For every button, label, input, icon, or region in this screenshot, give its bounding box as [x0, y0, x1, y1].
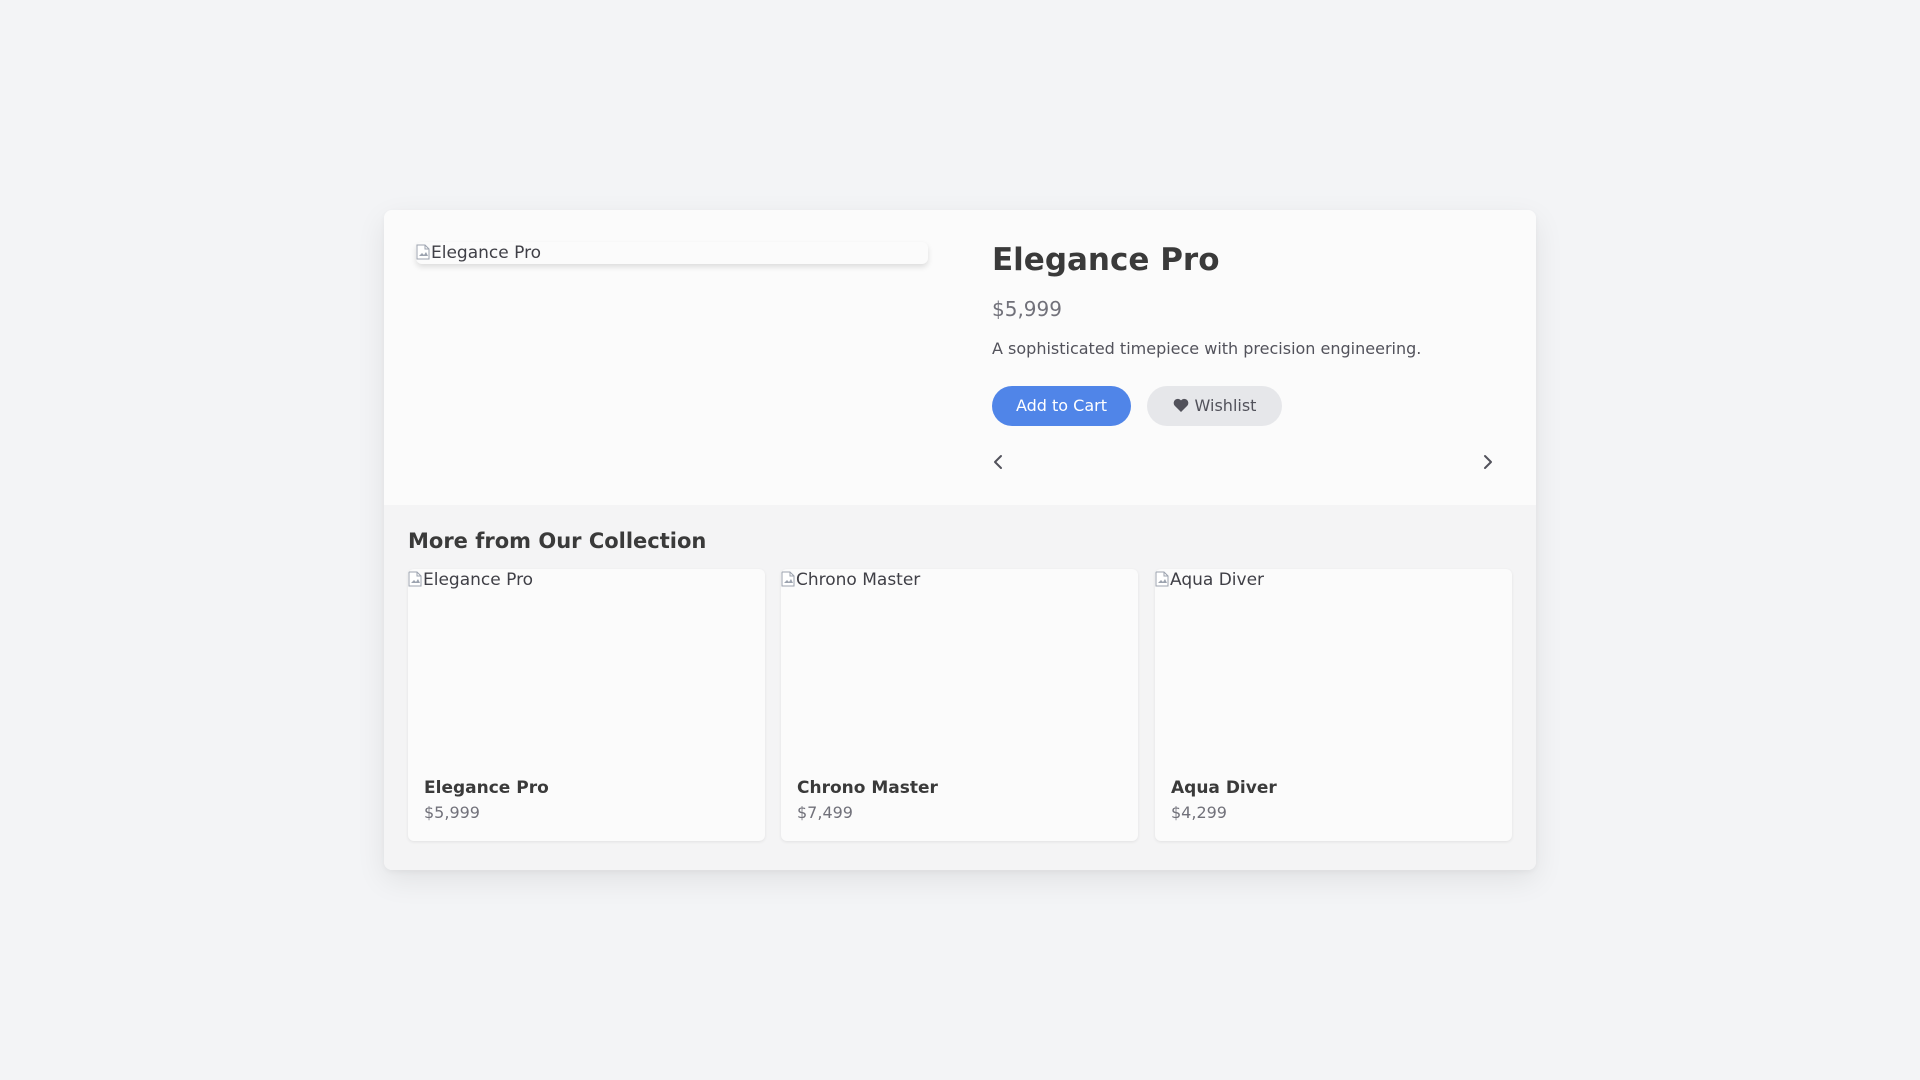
- collection-item-image: Aqua Diver: [1155, 569, 1512, 769]
- collection-item-image: Chrono Master: [781, 569, 1138, 769]
- product-price: $5,999: [992, 297, 1062, 321]
- next-product-button[interactable]: [1476, 451, 1498, 473]
- collection-item-price: $4,299: [1171, 803, 1227, 822]
- product-card: Elegance Pro Elegance Pro $5,999 A sophi…: [384, 210, 1536, 870]
- collection-item-price: $7,499: [797, 803, 853, 822]
- product-title: Elegance Pro: [992, 242, 1220, 278]
- product-image: Elegance Pro: [416, 242, 928, 264]
- wishlist-button[interactable]: Wishlist: [1147, 386, 1282, 426]
- previous-product-button[interactable]: [988, 451, 1010, 473]
- chevron-right-icon: [1484, 455, 1492, 469]
- add-to-cart-button[interactable]: Add to Cart: [992, 386, 1131, 426]
- product-description: A sophisticated timepiece with precision…: [992, 339, 1422, 358]
- collection-item-name: Aqua Diver: [1171, 778, 1277, 798]
- add-to-cart-label: Add to Cart: [1015, 396, 1108, 415]
- broken-image-icon: [1155, 571, 1169, 587]
- collection-grid: Elegance Pro Elegance Pro $5,999 Chrono …: [408, 569, 1512, 841]
- broken-image-icon: [408, 571, 422, 587]
- collection-item-image-alt: Elegance Pro: [423, 570, 534, 590]
- broken-image-icon: [416, 244, 430, 260]
- broken-image-icon: [781, 571, 795, 587]
- collection-item-image-alt: Chrono Master: [796, 570, 921, 590]
- collection-item-image: Elegance Pro: [408, 569, 765, 769]
- collection-item-price: $5,999: [424, 803, 480, 822]
- product-hero: Elegance Pro Elegance Pro $5,999 A sophi…: [384, 210, 1536, 505]
- collection-item-image-alt: Aqua Diver: [1170, 570, 1265, 590]
- collection-item[interactable]: Chrono Master Chrono Master $7,499: [781, 569, 1138, 841]
- product-image-alt: Elegance Pro: [431, 243, 542, 263]
- chevron-left-icon: [994, 455, 1002, 469]
- collection-section: More from Our Collection Elegance Pro El…: [384, 505, 1536, 870]
- heart-icon: [1173, 398, 1188, 412]
- collection-item-name: Elegance Pro: [424, 778, 549, 798]
- collection-item[interactable]: Elegance Pro Elegance Pro $5,999: [408, 569, 765, 841]
- collection-title: More from Our Collection: [408, 529, 707, 553]
- wishlist-label: Wishlist: [1194, 396, 1257, 415]
- collection-item[interactable]: Aqua Diver Aqua Diver $4,299: [1155, 569, 1512, 841]
- collection-item-name: Chrono Master: [797, 778, 938, 798]
